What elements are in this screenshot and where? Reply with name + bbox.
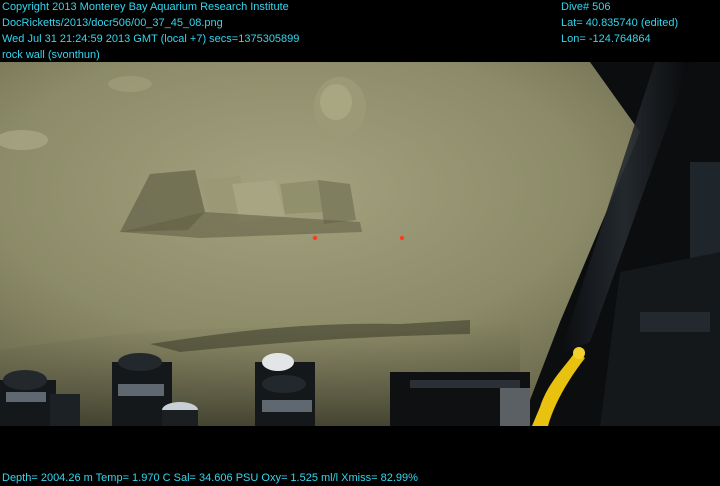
file-path-line: DocRicketts/2013/docr506/00_37_45_08.png xyxy=(2,17,223,29)
laser-dot xyxy=(312,235,318,241)
copyright-line: Copyright 2013 Monterey Bay Aquarium Res… xyxy=(2,1,289,13)
laser-dot xyxy=(399,235,405,241)
underwater-scene xyxy=(0,62,720,426)
latitude-line: Lat= 40.835740 (edited) xyxy=(561,17,679,29)
bottom-overlay: Depth= 2004.26 m Temp= 1.970 C Sal= 34.6… xyxy=(2,470,418,486)
timestamp-line: Wed Jul 31 21:24:59 2013 GMT (local +7) … xyxy=(2,33,300,45)
dive-number-line: Dive# 506 xyxy=(561,1,611,13)
top-right-overlay: Dive# 506 Lat= 40.835740 (edited) Lon= -… xyxy=(561,0,678,47)
instrument-box xyxy=(390,372,530,426)
sensor-readout-line: Depth= 2004.26 m Temp= 1.970 C Sal= 34.6… xyxy=(2,472,418,484)
longitude-line: Lon= -124.764864 xyxy=(561,33,651,45)
annotation-line: rock wall (svonthun) xyxy=(2,49,100,61)
video-frame: Copyright 2013 Monterey Bay Aquarium Res… xyxy=(0,0,720,486)
top-left-overlay: Copyright 2013 Monterey Bay Aquarium Res… xyxy=(2,0,299,63)
